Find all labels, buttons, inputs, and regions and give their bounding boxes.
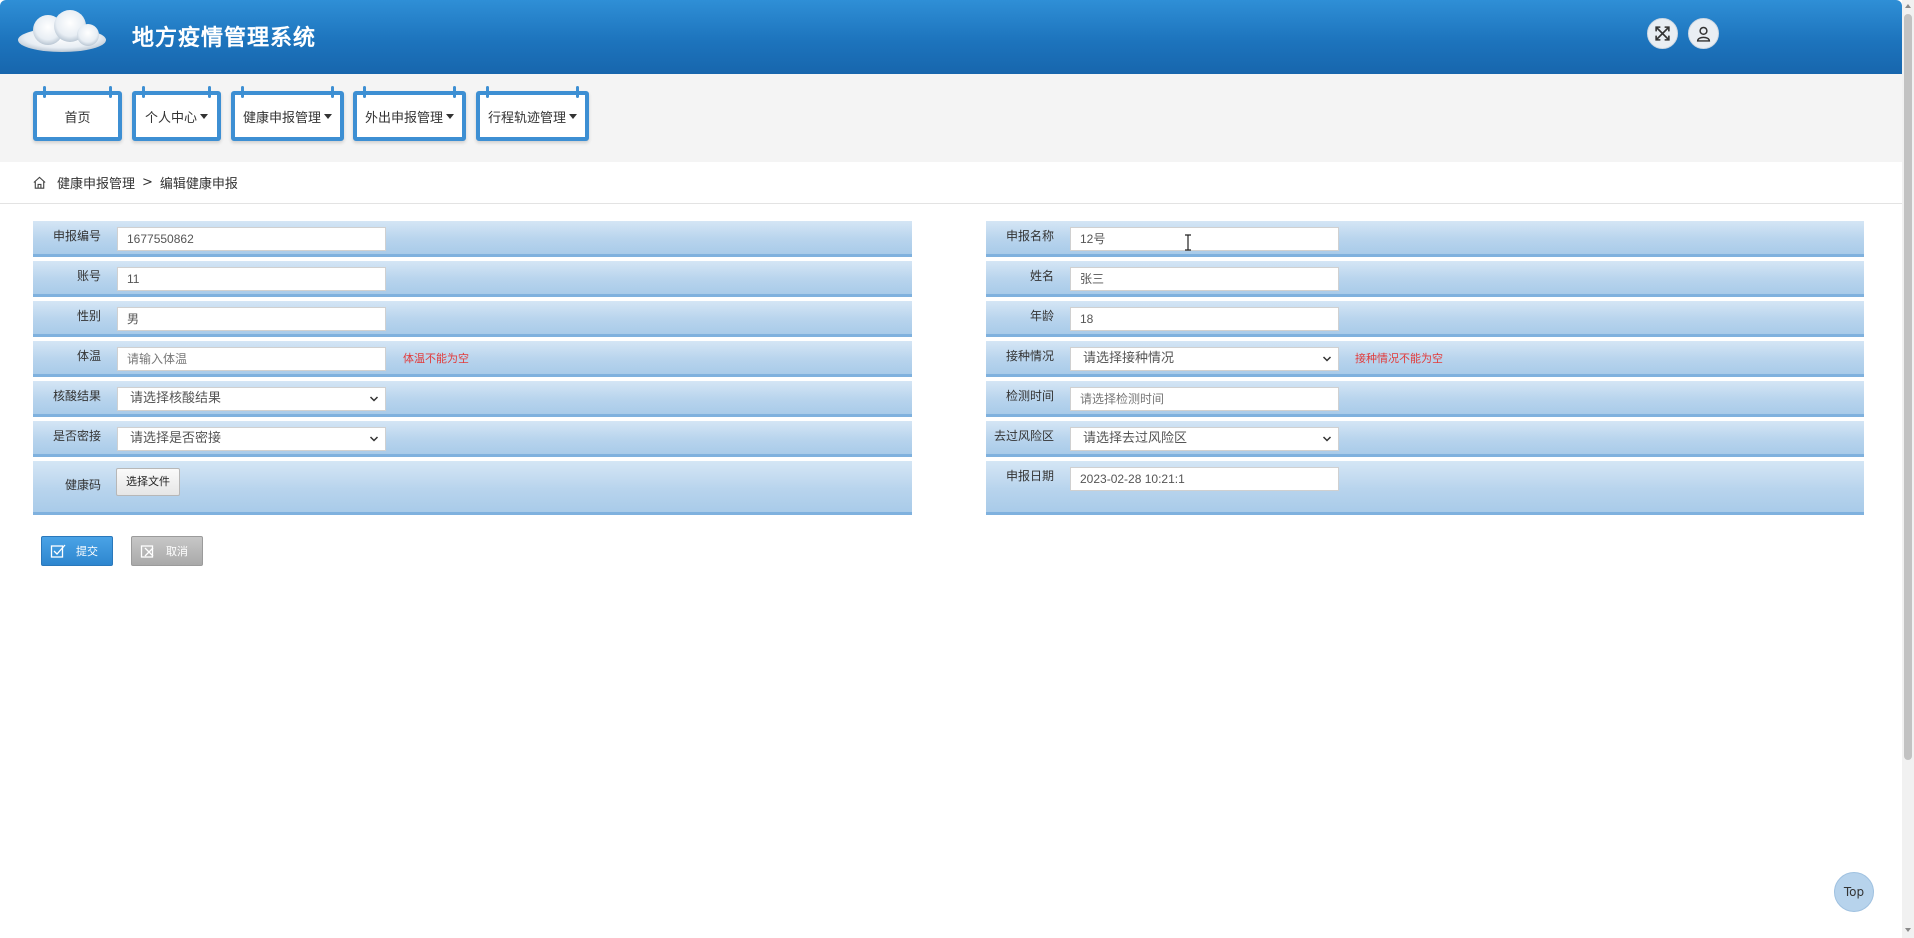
temperature-label: 体温 xyxy=(76,349,101,363)
chevron-down-icon xyxy=(1322,356,1332,362)
form-row-risk-area: 去过风险区 请选择去过风险区 xyxy=(986,421,1864,457)
nucleic-result-selected: 请选择核酸结果 xyxy=(130,391,222,406)
text-cursor-icon xyxy=(1185,234,1191,251)
report-name-label: 申报名称 xyxy=(1005,229,1054,243)
choose-file-button[interactable]: 选择文件 xyxy=(116,468,180,496)
submit-button[interactable]: 提交 xyxy=(41,536,113,566)
nav-health-report-label: 健康申报管理 xyxy=(242,110,321,126)
form-row-gender: 性别 男 xyxy=(33,301,912,337)
caret-down-icon xyxy=(569,113,577,119)
age-label: 年龄 xyxy=(1029,309,1054,323)
chevron-down-icon xyxy=(1322,436,1332,442)
account-label: 账号 xyxy=(76,269,101,283)
account-input[interactable]: 11 xyxy=(117,267,386,291)
vertical-scrollbar[interactable] xyxy=(1902,0,1914,938)
expand-icon xyxy=(1655,26,1670,41)
caret-down-icon xyxy=(324,113,332,119)
report-date-input[interactable]: 2023-02-28 10:21:1 xyxy=(1070,467,1339,491)
gender-input[interactable]: 男 xyxy=(117,307,386,331)
breadcrumb-current: 编辑健康申报 xyxy=(159,177,238,192)
breadcrumb-parent[interactable]: 健康申报管理 xyxy=(57,173,135,192)
nav-personal-center[interactable]: 个人中心 xyxy=(132,86,221,141)
scroll-down-icon[interactable] xyxy=(1905,928,1911,932)
vaccination-select[interactable]: 请选择接种情况 xyxy=(1070,347,1339,371)
user-button[interactable] xyxy=(1688,18,1719,49)
vaccination-selected: 请选择接种情况 xyxy=(1083,351,1175,366)
form-row-report-date: 申报日期 2023-02-28 10:21:1 xyxy=(986,461,1864,515)
health-code-label: 健康码 xyxy=(64,478,101,492)
form-row-report-name: 申报名称 12号 xyxy=(986,221,1864,257)
submit-label: 提交 xyxy=(76,545,98,558)
scroll-up-icon[interactable] xyxy=(1905,4,1911,8)
temperature-input[interactable]: 请输入体温 xyxy=(117,347,386,371)
report-name-input[interactable]: 12号 xyxy=(1070,227,1339,251)
nav-health-report[interactable]: 健康申报管理 xyxy=(231,86,344,141)
nav-trip-track[interactable]: 行程轨迹管理 xyxy=(476,86,589,141)
form-row-test-time: 检测时间 请选择检测时间 xyxy=(986,381,1864,417)
name-label: 姓名 xyxy=(1029,269,1054,283)
risk-area-select[interactable]: 请选择去过风险区 xyxy=(1070,427,1339,451)
breadcrumb-separator: > xyxy=(142,175,153,190)
form-row-account: 账号 11 xyxy=(33,261,912,297)
form-row-temperature: 体温 请输入体温 体温不能为空 xyxy=(33,341,912,377)
risk-area-selected: 请选择去过风险区 xyxy=(1083,431,1188,446)
form-row-health-code: 健康码 选择文件 xyxy=(33,461,912,515)
report-date-label: 申报日期 xyxy=(1005,469,1054,483)
cancel-label: 取消 xyxy=(166,545,188,558)
form-row-report-no: 申报编号 1677550862 xyxy=(33,221,912,257)
back-to-top-button[interactable]: Top xyxy=(1834,872,1874,912)
nucleic-result-label: 核酸结果 xyxy=(52,389,101,403)
scroll-thumb[interactable] xyxy=(1904,14,1912,760)
age-input[interactable]: 18 xyxy=(1070,307,1339,331)
chevron-down-icon xyxy=(369,396,379,402)
close-contact-label: 是否密接 xyxy=(52,429,101,443)
test-time-input[interactable]: 请选择检测时间 xyxy=(1070,387,1339,411)
form-row-name: 姓名 张三 xyxy=(986,261,1864,297)
caret-down-icon xyxy=(446,113,454,119)
vaccination-error: 接种情况不能为空 xyxy=(1355,352,1443,365)
app-header: 地方疫情管理系统 xyxy=(0,0,1902,74)
close-contact-select[interactable]: 请选择是否密接 xyxy=(117,427,386,451)
test-time-label: 检测时间 xyxy=(1005,389,1054,403)
gender-label: 性别 xyxy=(76,309,101,323)
form-row-nucleic-result: 核酸结果 请选择核酸结果 xyxy=(33,381,912,417)
user-icon xyxy=(1696,26,1711,42)
vaccination-label: 接种情况 xyxy=(1005,349,1054,363)
nav-home-label: 首页 xyxy=(64,110,91,126)
chevron-down-icon xyxy=(369,436,379,442)
close-contact-selected: 请选择是否密接 xyxy=(130,431,222,446)
form-row-vaccination: 接种情况 请选择接种情况 接种情况不能为空 xyxy=(986,341,1864,377)
cancel-x-icon xyxy=(140,545,154,558)
breadcrumb: 健康申报管理 > 编辑健康申报 xyxy=(0,162,1902,204)
cancel-button[interactable]: 取消 xyxy=(131,536,203,566)
cloud-logo-icon xyxy=(18,10,106,52)
app-title: 地方疫情管理系统 xyxy=(132,26,317,51)
report-no-label: 申报编号 xyxy=(52,229,101,243)
nucleic-result-select[interactable]: 请选择核酸结果 xyxy=(117,387,386,411)
fullscreen-button[interactable] xyxy=(1647,18,1678,49)
form-row-close-contact: 是否密接 请选择是否密接 xyxy=(33,421,912,457)
nav-outing-report-label: 外出申报管理 xyxy=(364,110,443,126)
nav-personal-center-label: 个人中心 xyxy=(144,110,197,126)
caret-down-icon xyxy=(200,113,208,119)
risk-area-label: 去过风险区 xyxy=(993,429,1054,443)
name-input[interactable]: 张三 xyxy=(1070,267,1339,291)
nav-trip-track-label: 行程轨迹管理 xyxy=(487,110,566,126)
main-nav: 首页 个人中心 健康申报管理 外出申报管理 行程轨迹管理 xyxy=(0,74,1902,162)
edit-check-icon xyxy=(50,544,66,558)
form-row-age: 年龄 18 xyxy=(986,301,1864,337)
nav-outing-report[interactable]: 外出申报管理 xyxy=(353,86,466,141)
temperature-error: 体温不能为空 xyxy=(403,352,469,365)
home-icon[interactable] xyxy=(32,175,47,190)
nav-home[interactable]: 首页 xyxy=(33,86,122,141)
report-no-input[interactable]: 1677550862 xyxy=(117,227,386,251)
